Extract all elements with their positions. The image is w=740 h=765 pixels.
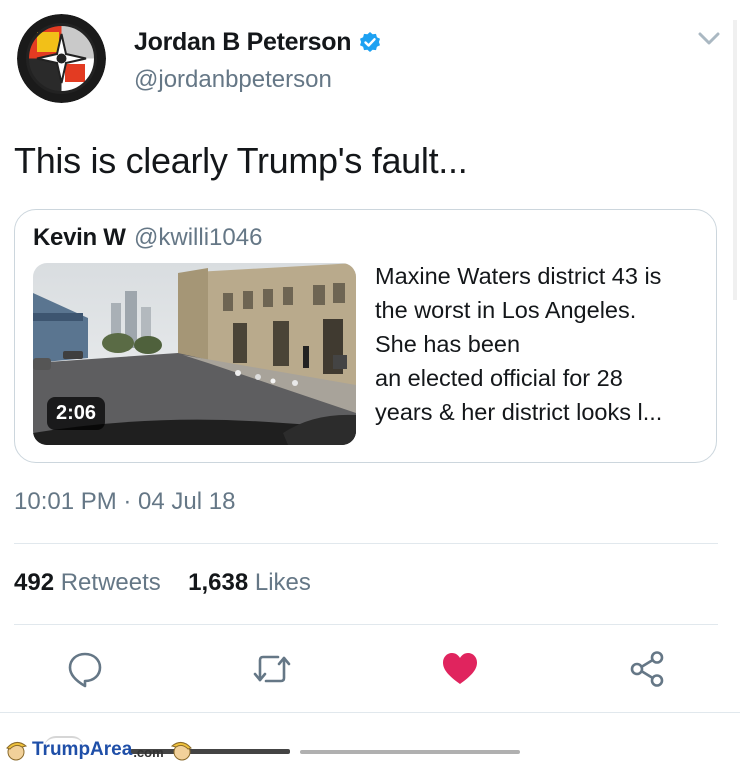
trump-caricature-icon: [6, 742, 28, 761]
retweet-icon: [253, 655, 291, 683]
reply-button[interactable]: [66, 650, 104, 688]
retweet-button[interactable]: [252, 650, 291, 688]
video-duration-badge: 2:06: [47, 397, 105, 430]
trump-caricature-icon: [170, 742, 192, 761]
heart-icon: [443, 653, 477, 684]
likes-count[interactable]: 1,638: [188, 569, 248, 596]
verified-badge-icon: [358, 31, 382, 55]
quoted-text-line: Maxine Waters district 43 is: [375, 263, 662, 289]
share-icon: [630, 651, 664, 687]
retweets-label[interactable]: Retweets: [61, 569, 161, 596]
quoted-text-line: the worst in Los Angeles.: [375, 297, 637, 323]
watermark-primary: TrumpArea: [32, 739, 133, 760]
quoted-author-handle: @kwilli1046: [134, 224, 263, 251]
like-button[interactable]: [441, 650, 479, 688]
scrollbar-edge: [733, 20, 737, 300]
watermark: TrumpArea .com: [4, 738, 194, 762]
author-display-name[interactable]: Jordan B Peterson: [134, 28, 351, 57]
tweet-text: This is clearly Trump's fault...: [14, 140, 468, 181]
tweet-timestamp[interactable]: 10:01 PM · 04 Jul 18: [14, 488, 235, 516]
divider: [14, 624, 718, 625]
avatar-logo-icon: [17, 14, 106, 103]
retweets-count[interactable]: 492: [14, 569, 54, 596]
divider: [14, 543, 718, 544]
quoted-tweet-text: Maxine Waters district 43 is the worst i…: [375, 259, 707, 429]
quoted-text-line: years & her district looks l...: [375, 399, 663, 425]
author-avatar[interactable]: [17, 14, 106, 103]
author-handle[interactable]: @jordanbpeterson: [134, 66, 332, 94]
quoted-text-line: an elected official for 28: [375, 365, 623, 391]
chevron-down-icon[interactable]: [698, 32, 720, 46]
divider: [0, 712, 740, 713]
likes-label[interactable]: Likes: [255, 569, 311, 596]
quoted-author-name: Kevin W: [33, 224, 126, 251]
engagement-stats: 492 Retweets 1,638 Likes: [14, 569, 311, 597]
reply-icon: [68, 652, 102, 688]
watermark-suffix: .com: [133, 744, 164, 760]
quoted-text-line: She has been: [375, 331, 521, 357]
share-button[interactable]: [628, 650, 666, 688]
